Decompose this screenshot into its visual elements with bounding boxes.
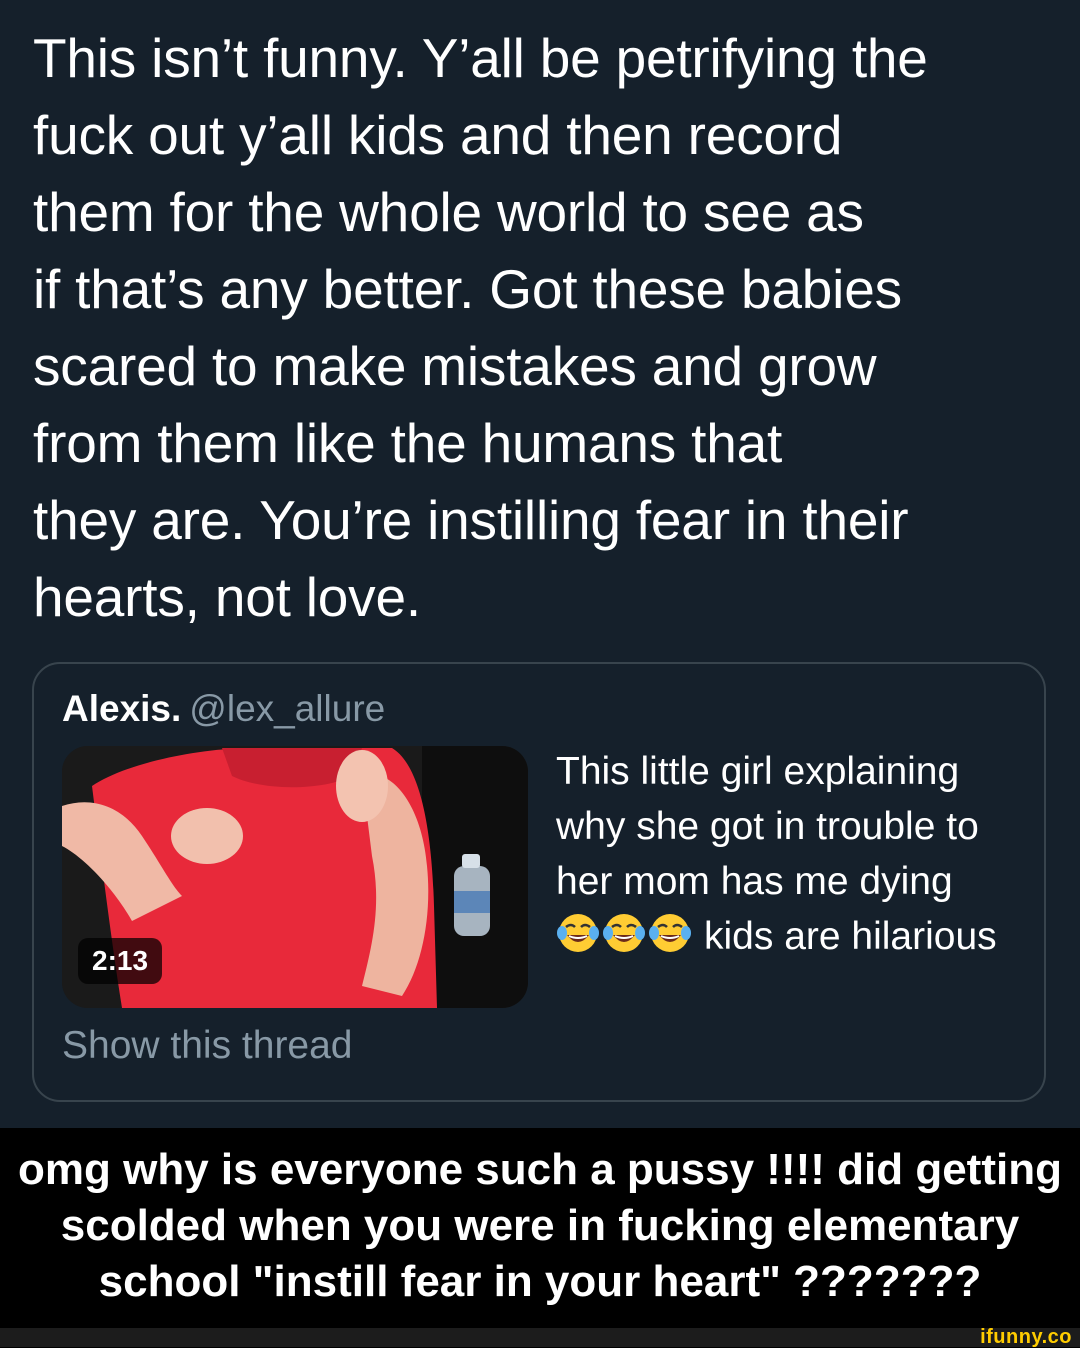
- face-with-tears-of-joy-icon: [557, 914, 599, 952]
- quoted-tweet-card[interactable]: Alexis. @lex_allure 2:13 This little gir…: [32, 662, 1046, 1102]
- face-with-tears-of-joy-icon: [603, 914, 645, 952]
- video-duration-badge: 2:13: [78, 938, 163, 984]
- meme-caption: omg why is everyone such a pussy !!!! di…: [18, 1145, 1062, 1306]
- meme-caption-area: omg why is everyone such a pussy !!!! di…: [0, 1128, 1080, 1328]
- quoted-author-name[interactable]: Alexis.: [62, 688, 181, 729]
- video-thumbnail[interactable]: 2:13: [62, 746, 528, 1008]
- quoted-tweet-text: This little girl explaining why she got …: [556, 744, 1026, 964]
- show-thread-link[interactable]: Show this thread: [62, 1022, 353, 1070]
- watermark-strip: ifunny.co: [0, 1326, 1080, 1348]
- emoji-group: [556, 911, 692, 955]
- tweet-text: This isn’t funny. Y’all be petrifying th…: [33, 27, 928, 628]
- quoted-text-before-emoji: This little girl explaining why she got …: [556, 750, 979, 903]
- ifunny-watermark: ifunny.co: [980, 1326, 1072, 1348]
- quoted-text-after-emoji: kids are hilarious: [704, 915, 997, 958]
- quoted-author-handle[interactable]: @lex_allure: [189, 688, 385, 729]
- face-with-tears-of-joy-icon: [649, 914, 691, 952]
- tweet-screenshot: This isn’t funny. Y’all be petrifying th…: [0, 0, 1080, 1128]
- quoted-tweet-header: Alexis. @lex_allure: [62, 686, 385, 732]
